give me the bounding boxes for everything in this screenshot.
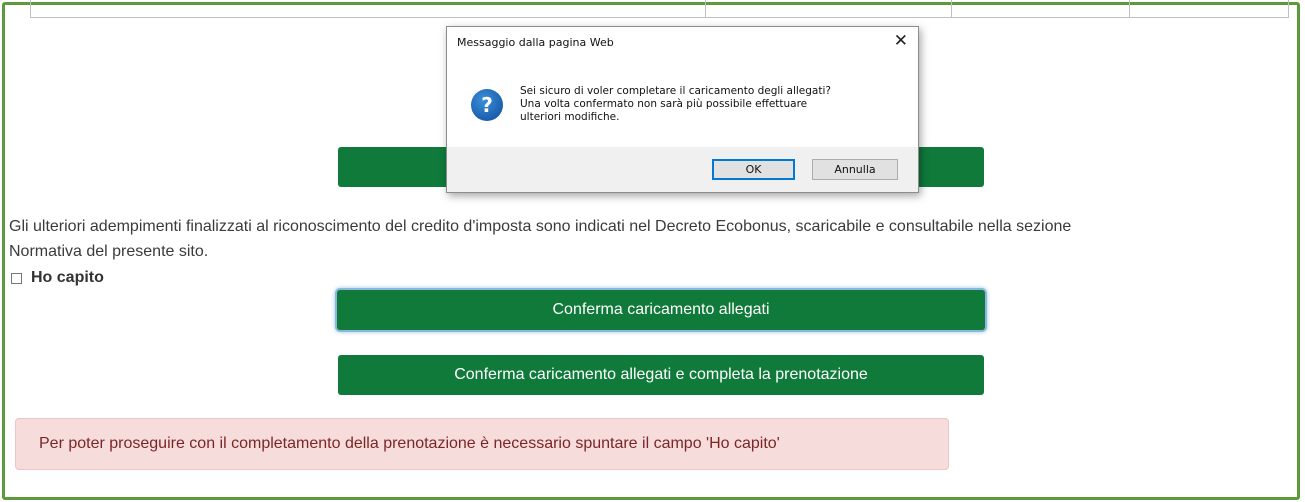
- dialog-footer: OK Annulla: [447, 147, 918, 192]
- table-column-divider: [705, 0, 706, 17]
- cancel-button[interactable]: Annulla: [812, 159, 898, 180]
- dialog-title: Messaggio dalla pagina Web: [457, 36, 614, 49]
- confirm-and-complete-button[interactable]: Conferma caricamento allegati e completa…: [338, 355, 984, 395]
- table-column-divider: [951, 0, 952, 17]
- ho-capito-checkbox-row[interactable]: Ho capito: [11, 268, 104, 288]
- close-icon[interactable]: ✕: [894, 31, 908, 51]
- ho-capito-checkbox[interactable]: [11, 272, 22, 284]
- dialog-message-line-3: ulteriori modifiche.: [520, 111, 620, 123]
- error-alert: Per poter proseguire con il completament…: [15, 418, 949, 470]
- info-text-line-2: Normativa del presente sito.: [9, 243, 209, 260]
- ok-button[interactable]: OK: [712, 159, 795, 180]
- ho-capito-label: Ho capito: [31, 269, 104, 286]
- info-paragraph: Gli ulteriori adempimenti finalizzati al…: [9, 214, 1299, 264]
- table-remnant: [30, 0, 1289, 18]
- dialog-message: Sei sicuro di voler completare il carica…: [520, 85, 900, 124]
- info-text-line-1: Gli ulteriori adempimenti finalizzati al…: [9, 218, 1072, 235]
- confirm-upload-button[interactable]: Conferma caricamento allegati: [337, 290, 985, 330]
- table-column-divider: [1129, 0, 1130, 17]
- question-icon: ?: [471, 89, 503, 121]
- dialog-message-line-2: Una volta confermato non sarà più possib…: [520, 98, 808, 110]
- dialog-message-line-1: Sei sicuro di voler completare il carica…: [520, 85, 831, 97]
- confirm-dialog: Messaggio dalla pagina Web ✕ ? Sei sicur…: [446, 26, 919, 193]
- alert-text: Per poter proseguire con il completament…: [39, 435, 780, 452]
